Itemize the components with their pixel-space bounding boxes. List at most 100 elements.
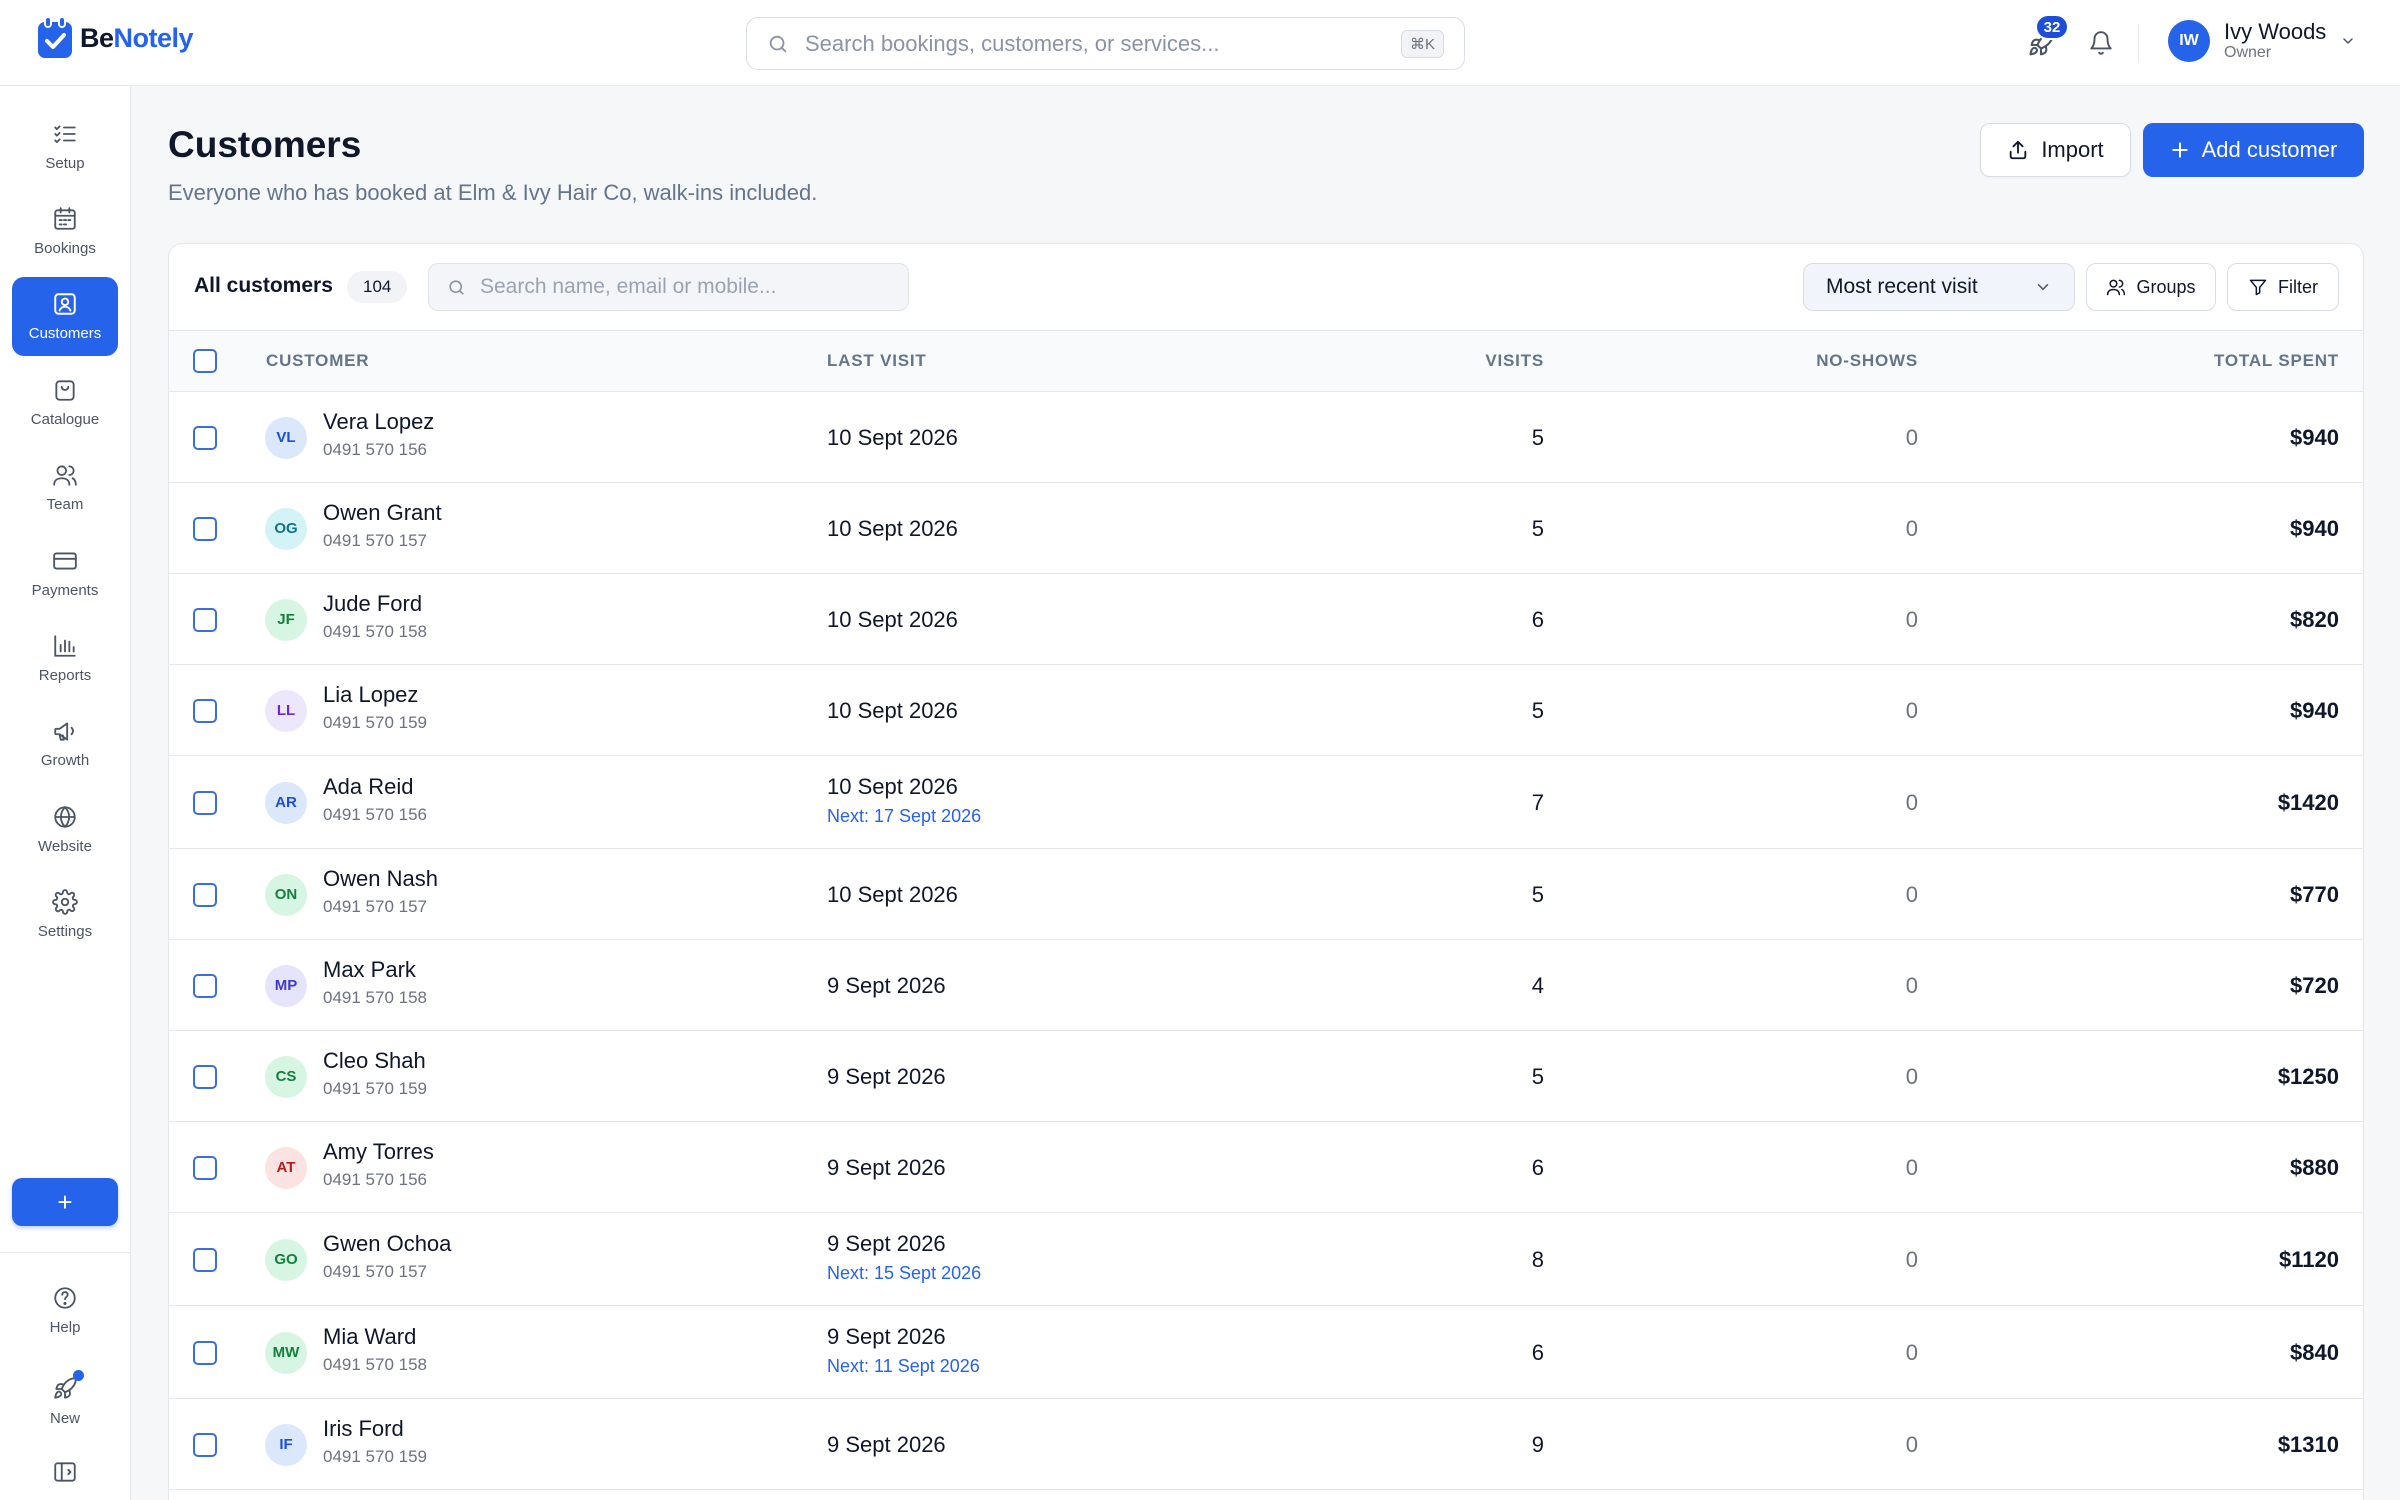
sort-select[interactable]: Most recent visit — [1803, 263, 2075, 311]
customer-count-badge: 104 — [347, 271, 408, 303]
avatar: AR — [265, 781, 307, 824]
row-checkbox[interactable] — [193, 882, 217, 907]
customer-name[interactable]: Jude Ford — [323, 591, 422, 617]
sidebar-item-reports[interactable]: Reports — [12, 619, 118, 698]
column-header-total-spent[interactable]: Total spent — [2214, 351, 2339, 371]
customer-phone: 0491 570 157 — [323, 896, 427, 916]
customer-name[interactable]: Vera Lopez — [323, 409, 434, 435]
sidebar-item-customers[interactable]: Customers — [12, 277, 118, 356]
user-role: Owner — [2224, 44, 2272, 61]
customer-name[interactable]: Owen Grant — [323, 500, 442, 526]
next-visit-date[interactable]: Next: 15 Sept 2026 — [827, 1263, 981, 1284]
row-checkbox[interactable] — [193, 1247, 217, 1272]
customer-name[interactable]: Cleo Shah — [323, 1048, 426, 1074]
user-name: Ivy Woods — [2224, 19, 2327, 44]
last-visit-date: 10 Sept 2026 — [827, 697, 958, 723]
row-checkbox[interactable] — [193, 1155, 217, 1180]
table-row[interactable]: LL Lia Lopez 0491 570 159 10 Sept 2026 5 0 $94… — [169, 665, 2363, 756]
last-visit-date: 9 Sept 2026 — [827, 1323, 946, 1349]
customer-phone: 0491 570 159 — [323, 1078, 427, 1098]
sidebar-item-setup[interactable]: Setup — [12, 107, 118, 186]
row-checkbox[interactable] — [193, 607, 217, 632]
avatar: MW — [265, 1331, 307, 1374]
table-row[interactable]: AT Amy Torres 0491 570 156 9 Sept 2026 6 0 $88… — [169, 1122, 2363, 1213]
sidebar-item-catalogue[interactable]: Catalogue — [12, 363, 118, 442]
customer-phone: 0491 570 158 — [323, 1354, 427, 1374]
row-checkbox[interactable] — [193, 1340, 217, 1365]
table-row[interactable]: MP Max Park 0491 570 158 9 Sept 2026 4 0 $720 — [169, 940, 2363, 1031]
column-header-visits[interactable]: Visits — [1485, 351, 1544, 371]
global-search-input[interactable]: Search bookings, customers, or services.… — [746, 17, 1465, 70]
row-checkbox[interactable] — [193, 425, 217, 450]
customer-name[interactable]: Gwen Ochoa — [323, 1231, 451, 1257]
row-checkbox[interactable] — [193, 698, 217, 723]
total-spent: $1310 — [2277, 1431, 2339, 1457]
avatar: ON — [265, 873, 307, 916]
total-spent: $720 — [2290, 972, 2339, 998]
customer-name[interactable]: Lia Lopez — [323, 682, 418, 708]
sidebar-item-bookings[interactable]: Bookings — [12, 192, 118, 271]
table-row[interactable]: OG Owen Grant 0491 570 157 10 Sept 2026 5 0 $9… — [169, 483, 2363, 574]
no-show-count: 0 — [1905, 515, 1918, 541]
notifications-button[interactable] — [2084, 26, 2118, 60]
page-subtitle: Everyone who has booked at Elm & Ivy Hai… — [168, 180, 818, 205]
next-visit-date[interactable]: Next: 17 Sept 2026 — [827, 806, 981, 827]
brand-logo[interactable]: BeNotely — [36, 16, 194, 60]
users-icon — [2107, 279, 2126, 296]
total-spent: $880 — [2290, 1154, 2339, 1180]
column-header-no-shows[interactable]: No-shows — [1816, 351, 1918, 371]
user-menu[interactable]: IW Ivy Woods Owner — [2168, 20, 2356, 62]
table-row[interactable]: MW Mia Ward 0491 570 158 9 Sept 2026 Next: 1… — [169, 1306, 2363, 1399]
customer-name[interactable]: Amy Torres — [323, 1139, 434, 1165]
megaphone-icon — [54, 722, 74, 741]
filter-button[interactable]: Filter — [2227, 263, 2339, 311]
next-visit-date[interactable]: Next: 11 Sept 2026 — [827, 1356, 980, 1377]
sidebar-item-website[interactable]: Website — [12, 790, 118, 869]
table-row[interactable]: AR Ada Reid 0491 570 156 10 Sept 2026 Next: … — [169, 756, 2363, 849]
sidebar-item-help[interactable]: Help — [12, 1272, 118, 1348]
avatar: IW — [2168, 20, 2210, 62]
table-row[interactable]: JF Jude Ford 0491 570 158 10 Sept 2026 6 0 $82… — [169, 574, 2363, 665]
row-checkbox[interactable] — [193, 1064, 217, 1089]
gear-icon — [52, 889, 78, 915]
global-search-placeholder: Search bookings, customers, or services.… — [805, 30, 1220, 56]
collapse-sidebar-button[interactable] — [12, 1442, 118, 1500]
no-show-count: 0 — [1905, 697, 1918, 723]
table-row[interactable]: VL Vera Lopez 0491 570 156 10 Sept 2026 5 0 $9… — [169, 392, 2363, 483]
visit-count: 5 — [1531, 881, 1544, 907]
customer-name[interactable]: Ada Reid — [323, 774, 414, 800]
row-checkbox[interactable] — [193, 790, 217, 815]
table-row[interactable]: ON Owen Nash 0491 570 157 10 Sept 2026 5 0 $77… — [169, 849, 2363, 940]
logo-mark-icon — [36, 16, 74, 60]
customer-phone: 0491 570 158 — [323, 621, 427, 641]
sidebar-item-new[interactable]: New — [12, 1363, 118, 1439]
table-row[interactable]: IF Iris Ford 0491 570 159 9 Sept 2026 9 0 $131… — [169, 1399, 2363, 1490]
last-visit-date: 9 Sept 2026 — [827, 1154, 946, 1180]
groups-button[interactable]: Groups — [2086, 263, 2216, 311]
row-checkbox[interactable] — [193, 516, 217, 541]
sidebar-item-growth[interactable]: Growth — [12, 704, 118, 783]
sidebar-item-payments[interactable]: Payments — [12, 534, 118, 613]
import-button[interactable]: Import — [1980, 123, 2131, 177]
sidebar-item-settings[interactable]: Settings — [12, 875, 118, 954]
select-all-checkbox[interactable] — [193, 349, 217, 373]
add-customer-button[interactable]: Add customer — [2143, 123, 2364, 177]
avatar: AT — [265, 1146, 307, 1189]
row-checkbox[interactable] — [193, 1432, 217, 1457]
customer-name[interactable]: Iris Ford — [323, 1416, 404, 1442]
total-spent: $1420 — [2277, 789, 2339, 815]
table-row[interactable]: CS Cleo Shah 0491 570 159 9 Sept 2026 5 0 $125… — [169, 1031, 2363, 1122]
new-indicator-dot — [73, 1369, 84, 1381]
customer-name[interactable]: Mia Ward — [323, 1324, 416, 1350]
customer-name[interactable]: Max Park — [323, 957, 416, 983]
column-header-customer[interactable]: Customer — [266, 351, 369, 371]
customer-search-input[interactable]: Search name, email or mobile... — [428, 263, 909, 311]
customer-name[interactable]: Owen Nash — [323, 866, 438, 892]
table-row[interactable]: GO Gwen Ochoa 0491 570 157 9 Sept 2026 Next:… — [169, 1213, 2363, 1306]
total-spent: $1120 — [2279, 1246, 2339, 1272]
column-header-last-visit[interactable]: Last visit — [827, 351, 927, 371]
avatar: VL — [265, 416, 307, 459]
sidebar-item-team[interactable]: Team — [12, 448, 118, 527]
row-checkbox[interactable] — [193, 973, 217, 998]
quick-create-button[interactable]: + — [12, 1178, 118, 1226]
